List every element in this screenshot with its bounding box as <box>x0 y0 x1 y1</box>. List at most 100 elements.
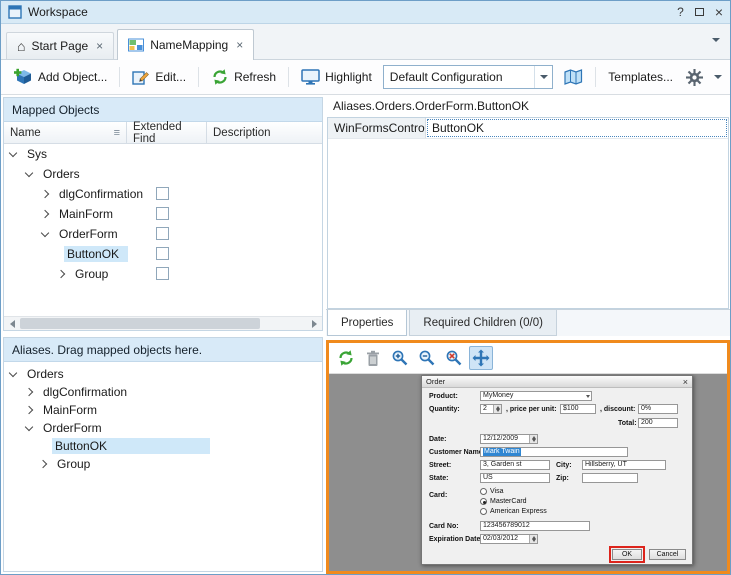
street-field[interactable]: 3, Garden st <box>480 460 550 470</box>
close-window-button[interactable]: × <box>715 7 723 17</box>
templates-button[interactable]: Templates... <box>603 66 678 88</box>
add-object-button[interactable]: Add Object... <box>9 64 112 90</box>
tab-required-children[interactable]: Required Children (0/0) <box>409 310 557 336</box>
chevron-down-icon[interactable] <box>41 228 49 236</box>
zoom-in-button[interactable] <box>388 346 412 370</box>
scroll-left-button[interactable] <box>4 317 20 330</box>
radio-american-express[interactable]: American Express <box>480 508 547 515</box>
chevron-right-icon[interactable] <box>41 210 49 218</box>
restore-button[interactable] <box>695 8 704 16</box>
quantity-stepper[interactable]: 2 <box>480 404 502 414</box>
column-header-extended-find[interactable]: Extended Find <box>127 122 207 143</box>
chevron-down-icon[interactable] <box>25 422 33 430</box>
close-icon[interactable]: × <box>683 378 688 386</box>
chevron-right-icon[interactable] <box>25 388 33 396</box>
configuration-dropdown-button[interactable] <box>534 66 552 88</box>
tab-namemapping[interactable]: NameMapping × <box>117 29 254 60</box>
tab-properties[interactable]: Properties <box>327 310 407 336</box>
alias-item-buttonok[interactable]: ButtonOK <box>4 437 322 455</box>
total-field[interactable]: 200 <box>638 418 678 428</box>
expiration-date-field[interactable]: 02/03/2012 <box>480 534 538 544</box>
workspace-icon <box>8 5 22 19</box>
discount-field[interactable]: 0% <box>638 404 678 414</box>
card-no-field[interactable]: 123456789012 <box>480 521 590 531</box>
zoom-out-button[interactable] <box>415 346 439 370</box>
tab-start-page[interactable]: ⌂ Start Page × <box>6 32 114 59</box>
product-label: Product: <box>429 393 458 400</box>
mapping-type-cell[interactable]: WinFormsContro <box>328 118 426 138</box>
extended-find-checkbox[interactable] <box>156 207 169 220</box>
tree-item-orderform[interactable]: OrderForm <box>4 224 322 244</box>
zip-field[interactable] <box>582 473 638 483</box>
product-select[interactable]: MyMoney <box>480 391 592 401</box>
update-mapping-button[interactable] <box>559 65 588 90</box>
tree-item-sys[interactable]: Sys <box>4 144 322 164</box>
trash-icon <box>365 350 381 367</box>
discount-label: , discount: <box>600 406 635 413</box>
scroll-right-button[interactable] <box>306 317 322 330</box>
add-object-label: Add Object... <box>38 70 107 84</box>
cancel-button[interactable]: Cancel <box>649 549 686 560</box>
alias-item-orders[interactable]: Orders <box>4 365 322 383</box>
customer-name-field[interactable]: Mark Twain <box>480 447 628 457</box>
refresh-preview-button[interactable] <box>334 346 358 370</box>
alias-item-orderform[interactable]: OrderForm <box>4 419 322 437</box>
radio-visa[interactable]: Visa <box>480 488 504 495</box>
toolbar-overflow-chevron-icon[interactable] <box>714 75 722 79</box>
alias-item-dlgconfirmation[interactable]: dlgConfirmation <box>4 383 322 401</box>
ok-button[interactable]: OK <box>612 549 642 560</box>
preview-stage: Order × Product: MyMoney Quantity: 2 , p… <box>329 374 727 571</box>
zoom-reset-button[interactable] <box>442 346 466 370</box>
street-label: Street: <box>429 462 451 469</box>
alias-item-mainform[interactable]: MainForm <box>4 401 322 419</box>
price-field[interactable]: $100 <box>560 404 596 414</box>
extended-find-checkbox[interactable] <box>156 267 169 280</box>
extended-find-checkbox[interactable] <box>156 227 169 240</box>
chevron-right-icon[interactable] <box>39 460 47 468</box>
extended-find-checkbox[interactable] <box>156 247 169 260</box>
highlight-button[interactable]: Highlight <box>296 64 377 90</box>
chevron-down-icon[interactable] <box>9 148 17 156</box>
refresh-button[interactable]: Refresh <box>206 64 281 90</box>
alias-item-group[interactable]: Group <box>4 455 322 473</box>
settings-button[interactable] <box>681 65 708 90</box>
chevron-right-icon[interactable] <box>25 406 33 414</box>
chevron-right-icon[interactable] <box>57 270 65 278</box>
chevron-down-icon[interactable] <box>25 168 33 176</box>
chevron-down-icon <box>540 75 548 79</box>
window-title: Workspace <box>28 5 671 19</box>
spinner-buttons[interactable] <box>493 405 501 413</box>
radio-mastercard[interactable]: MasterCard <box>480 498 527 505</box>
help-button[interactable]: ? <box>677 5 684 19</box>
state-field[interactable]: US <box>480 473 550 483</box>
mapping-value-cell[interactable]: ButtonOK <box>427 119 727 137</box>
scrollbar-thumb[interactable] <box>20 318 260 329</box>
delete-image-button[interactable] <box>361 346 385 370</box>
tab-list-chevron-icon[interactable] <box>712 38 720 42</box>
tree-item-orders[interactable]: Orders <box>4 164 322 184</box>
column-header-description[interactable]: Description <box>207 122 322 143</box>
edit-button[interactable]: Edit... <box>127 64 191 90</box>
configuration-select[interactable]: Default Configuration <box>383 65 554 89</box>
spinner-buttons[interactable] <box>529 435 537 443</box>
close-tab-icon[interactable]: × <box>96 39 103 53</box>
order-dialog-title: Order <box>426 377 683 386</box>
horizontal-scrollbar[interactable] <box>4 316 322 330</box>
tree-item-group[interactable]: Group <box>4 264 322 284</box>
column-header-name[interactable]: Name ≡ <box>4 122 127 143</box>
date-field[interactable]: 12/12/2009 <box>480 434 538 444</box>
extended-find-checkbox[interactable] <box>156 187 169 200</box>
tree-item-dlgconfirmation[interactable]: dlgConfirmation <box>4 184 322 204</box>
tree-item-buttonok[interactable]: ButtonOK <box>4 244 322 264</box>
mapping-row[interactable]: WinFormsContro ButtonOK <box>328 118 728 139</box>
pan-mode-button[interactable] <box>469 346 493 370</box>
scrollbar-track[interactable] <box>20 317 306 330</box>
refresh-icon <box>337 349 355 367</box>
spinner-buttons[interactable] <box>529 535 537 543</box>
chevron-down-icon[interactable] <box>9 368 17 376</box>
tree-item-mainform[interactable]: MainForm <box>4 204 322 224</box>
city-field[interactable]: Hillsberry, UT <box>582 460 666 470</box>
close-tab-icon[interactable]: × <box>236 38 243 52</box>
chevron-right-icon[interactable] <box>41 190 49 198</box>
gear-icon <box>686 69 703 86</box>
